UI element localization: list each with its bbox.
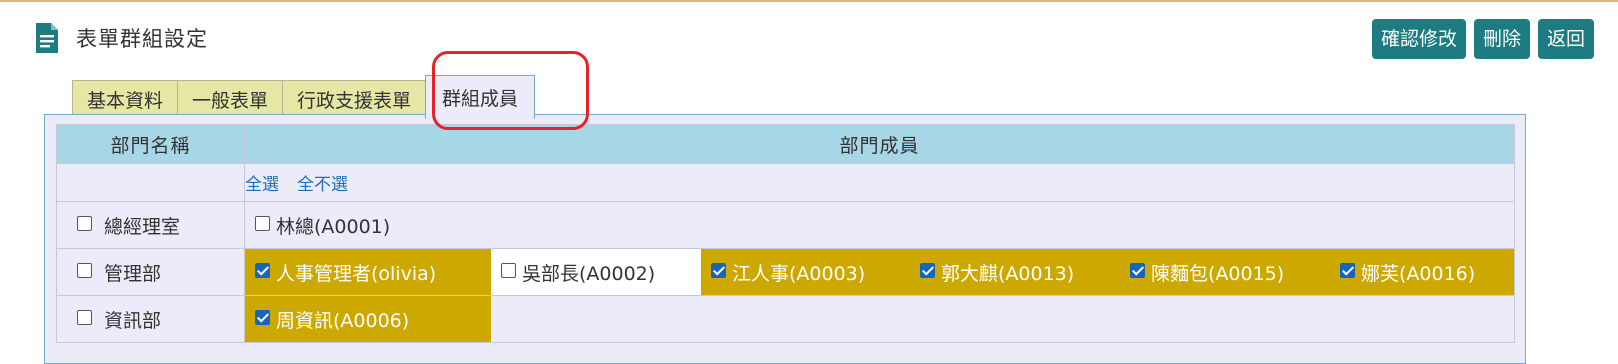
checkbox-icon[interactable]	[77, 262, 92, 278]
member-item[interactable]: 吳部長(A0002)	[491, 249, 701, 295]
column-header-members: 部門成員	[244, 124, 1515, 164]
checkbox-icon[interactable]	[255, 215, 270, 231]
table-row: 資訊部 周資訊(A0006)	[56, 295, 1515, 343]
table-row: 總經理室 林總(A0001)	[56, 201, 1515, 249]
select-row: 全選 全不選	[56, 163, 1515, 202]
checkbox-icon[interactable]	[711, 262, 726, 278]
member-item[interactable]: 江人事(A0003)	[701, 249, 910, 295]
highlight-annotation	[432, 51, 589, 130]
member-item[interactable]: 陳麵包(A0015)	[1120, 249, 1330, 295]
document-icon	[36, 23, 58, 53]
delete-button[interactable]: 刪除	[1473, 19, 1530, 59]
member-item[interactable]: 郭大麒(A0013)	[910, 249, 1120, 295]
department-name: 管理部	[104, 262, 162, 285]
checkbox-icon[interactable]	[920, 262, 935, 278]
back-button[interactable]: 返回	[1537, 19, 1594, 59]
checkbox-icon[interactable]	[255, 262, 270, 278]
department-cell: 總經理室	[56, 201, 245, 249]
confirm-button[interactable]: 確認修改	[1371, 19, 1466, 59]
table-header-row: 部門名稱 部門成員	[56, 124, 1515, 164]
department-name: 總經理室	[104, 215, 181, 238]
select-all-link[interactable]: 全選	[245, 175, 279, 195]
group-members-panel: 部門名稱 部門成員 全選 全不選 總經理室 林總(A0001) 管理部 人事管理…	[44, 114, 1526, 364]
deselect-all-link[interactable]: 全不選	[297, 175, 348, 195]
checkbox-icon[interactable]	[1340, 262, 1355, 278]
member-item[interactable]: 娜芙(A0016)	[1330, 249, 1514, 295]
action-buttons: 確認修改 刪除 返回	[1371, 19, 1594, 59]
department-name: 資訊部	[104, 309, 162, 332]
column-header-department: 部門名稱	[56, 124, 245, 164]
top-divider	[0, 0, 1618, 2]
department-cell: 管理部	[56, 248, 245, 296]
member-item[interactable]: 周資訊(A0006)	[245, 296, 491, 342]
checkbox-icon[interactable]	[77, 309, 92, 325]
member-item[interactable]: 人事管理者(olivia)	[245, 249, 491, 295]
table-row: 管理部 人事管理者(olivia) 吳部長(A0002) 江人事(A0003) …	[56, 248, 1515, 296]
checkbox-icon[interactable]	[501, 262, 516, 278]
member-item[interactable]: 林總(A0001)	[245, 202, 491, 248]
checkbox-icon[interactable]	[1130, 262, 1145, 278]
page-title: 表單群組設定	[76, 27, 208, 51]
department-cell: 資訊部	[56, 295, 245, 343]
checkbox-icon[interactable]	[77, 215, 92, 231]
page-header: 表單群組設定	[34, 22, 208, 54]
members-table: 部門名稱 部門成員 全選 全不選 總經理室 林總(A0001) 管理部 人事管理…	[56, 124, 1515, 343]
checkbox-icon[interactable]	[255, 309, 270, 325]
